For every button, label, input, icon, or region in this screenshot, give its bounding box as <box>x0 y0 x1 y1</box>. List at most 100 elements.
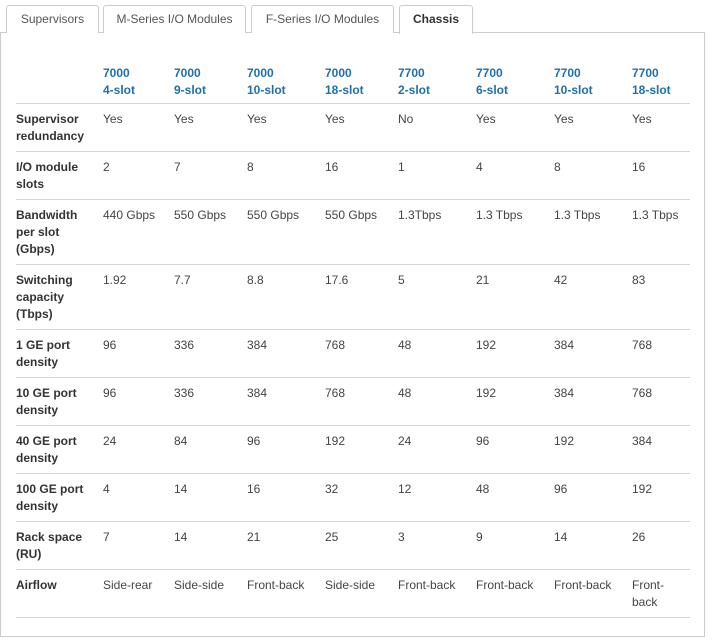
row-label: Switching capacity (Tbps) <box>16 273 73 321</box>
column-header: 7000 9-slot <box>174 62 247 104</box>
table-cell: 14 <box>554 530 568 544</box>
table-cell: 768 <box>325 386 346 400</box>
column-header: 7000 10-slot <box>247 62 325 104</box>
column-header: 7700 18-slot <box>632 62 690 104</box>
tab-bar: Supervisors M-Series I/O Modules F-Serie… <box>0 0 715 34</box>
table-cell: 1.3 Tbps <box>554 208 601 222</box>
table-cell: 384 <box>554 338 575 352</box>
table-row: Rack space (RU) 7 14 21 25 3 9 14 26 <box>16 522 690 570</box>
table-cell: 26 <box>632 530 646 544</box>
table-cell: 8 <box>554 160 561 174</box>
row-label: 1 GE port density <box>16 338 71 369</box>
table-cell: 550 Gbps <box>174 208 227 222</box>
table-cell: Front-back <box>632 578 665 609</box>
table-cell: 1 <box>398 160 405 174</box>
tab-supervisors[interactable]: Supervisors <box>6 5 99 33</box>
table-cell: 550 Gbps <box>325 208 378 222</box>
table-cell: 1.3Tbps <box>398 208 442 222</box>
table-cell: Side-side <box>325 578 376 592</box>
table-cell: 192 <box>325 434 346 448</box>
table-cell: 16 <box>632 160 646 174</box>
table-cell: 48 <box>398 386 412 400</box>
table-cell: 96 <box>103 338 117 352</box>
table-cell: Yes <box>554 112 574 126</box>
row-label: 100 GE port density <box>16 482 84 513</box>
table-row: 1 GE port density 96 336 384 768 48 192 … <box>16 330 690 378</box>
table-cell: 192 <box>476 386 497 400</box>
table-cell: 1.3 Tbps <box>476 208 523 222</box>
tab-f-series-io-modules[interactable]: F-Series I/O Modules <box>251 5 394 33</box>
table-cell: No <box>398 112 414 126</box>
table-cell: 14 <box>174 530 188 544</box>
table-cell: 48 <box>398 338 412 352</box>
table-cell: 14 <box>174 482 188 496</box>
row-label: Supervisor redundancy <box>16 112 85 143</box>
table-cell: 1.92 <box>103 273 127 287</box>
table-cell: 21 <box>476 273 490 287</box>
row-label: Bandwidth per slot (Gbps) <box>16 208 78 256</box>
table-cell: 32 <box>325 482 339 496</box>
table-cell: 7 <box>103 530 110 544</box>
table-cell: 84 <box>174 434 188 448</box>
column-header: 7000 18-slot <box>325 62 398 104</box>
table-cell: 768 <box>325 338 346 352</box>
header-corner <box>16 62 103 104</box>
table-row: Bandwidth per slot (Gbps) 440 Gbps 550 G… <box>16 200 690 265</box>
table-cell: Side-rear <box>103 578 153 592</box>
table-cell: Yes <box>325 112 345 126</box>
table-cell: Front-back <box>476 578 534 592</box>
table-cell: Yes <box>247 112 267 126</box>
table-cell: Front-back <box>398 578 456 592</box>
chassis-spec-table: 7000 4-slot 7000 9-slot 7000 10-slot 7000 18… <box>16 62 690 618</box>
table-cell: 7 <box>174 160 181 174</box>
tab-chassis[interactable]: Chassis <box>399 5 473 34</box>
column-header: 7700 6-slot <box>476 62 554 104</box>
column-header: 7000 4-slot <box>103 62 174 104</box>
table-cell: 96 <box>476 434 490 448</box>
table-body: Supervisor redundancy Yes Yes Yes Yes No… <box>16 104 690 618</box>
tab-m-series-io-modules[interactable]: M-Series I/O Modules <box>103 5 246 33</box>
table-cell: 48 <box>476 482 490 496</box>
row-label: I/O module slots <box>16 160 79 191</box>
table-cell: 384 <box>247 338 268 352</box>
table-cell: 550 Gbps <box>247 208 300 222</box>
row-label: 10 GE port density <box>16 386 77 417</box>
table-cell: 768 <box>632 338 653 352</box>
table-header: 7000 4-slot 7000 9-slot 7000 10-slot 7000 18… <box>16 62 690 104</box>
table-cell: 192 <box>632 482 653 496</box>
table-cell: 24 <box>398 434 412 448</box>
table-cell: 1.3 Tbps <box>632 208 679 222</box>
table-cell: 96 <box>554 482 568 496</box>
table-cell: 9 <box>476 530 483 544</box>
table-cell: 384 <box>554 386 575 400</box>
table-row: Airflow Side-rear Side-side Front-back S… <box>16 570 690 618</box>
table-cell: 384 <box>247 386 268 400</box>
table-cell: 7.7 <box>174 273 191 287</box>
table-cell: Yes <box>174 112 194 126</box>
table-cell: 440 Gbps <box>103 208 156 222</box>
table-cell: 4 <box>476 160 483 174</box>
table-cell: 192 <box>476 338 497 352</box>
table-cell: Side-side <box>174 578 225 592</box>
table-cell: 5 <box>398 273 405 287</box>
table-cell: 3 <box>398 530 405 544</box>
table-cell: 768 <box>632 386 653 400</box>
table-cell: 12 <box>398 482 412 496</box>
table-cell: 384 <box>632 434 653 448</box>
table-row: Switching capacity (Tbps) 1.92 7.7 8.8 1… <box>16 265 690 330</box>
table-cell: Front-back <box>247 578 305 592</box>
column-header: 7700 10-slot <box>554 62 632 104</box>
row-label: Airflow <box>16 578 57 592</box>
table-cell: Front-back <box>554 578 612 592</box>
table-row: 100 GE port density 4 14 16 32 12 48 96 … <box>16 474 690 522</box>
table-row: Supervisor redundancy Yes Yes Yes Yes No… <box>16 104 690 152</box>
table-row: 40 GE port density 24 84 96 192 24 96 19… <box>16 426 690 474</box>
table-cell: 42 <box>554 273 568 287</box>
column-header: 7700 2-slot <box>398 62 476 104</box>
table-cell: Yes <box>476 112 496 126</box>
header-row: 7000 4-slot 7000 9-slot 7000 10-slot 7000 18… <box>16 62 690 104</box>
table-cell: 336 <box>174 386 195 400</box>
table-cell: Yes <box>632 112 652 126</box>
table-cell: 83 <box>632 273 646 287</box>
table-cell: 17.6 <box>325 273 349 287</box>
